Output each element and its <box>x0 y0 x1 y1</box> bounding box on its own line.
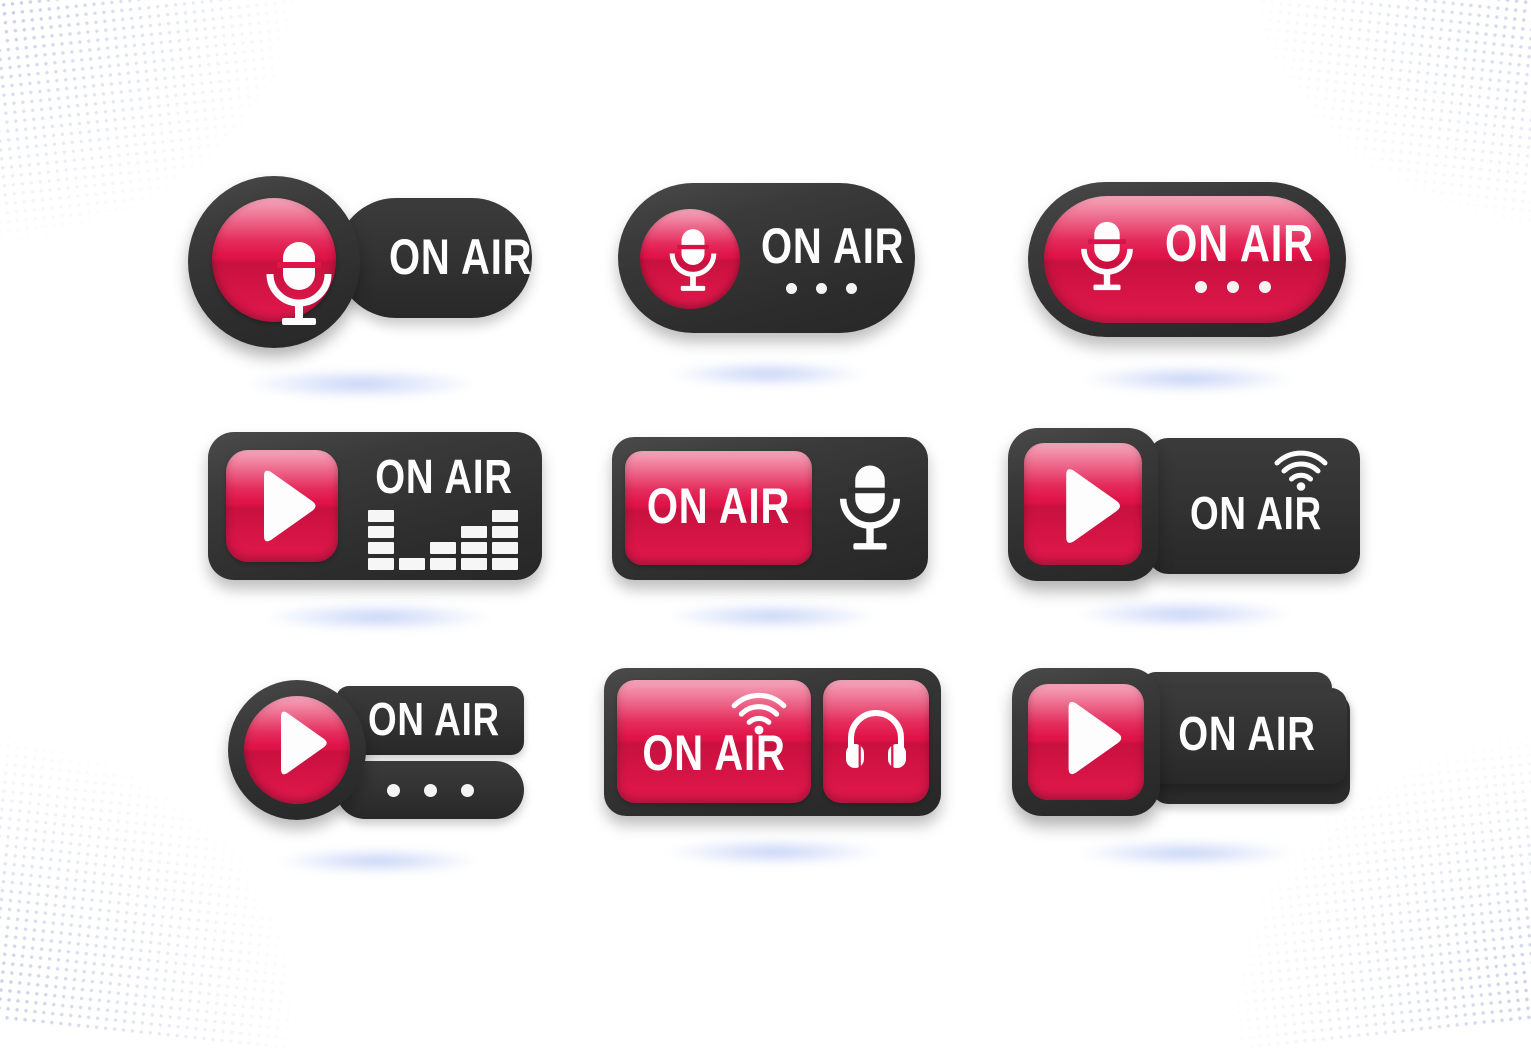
dot <box>460 783 474 797</box>
badge-8-headphones-panel[interactable] <box>823 680 929 803</box>
badge-9-play-layered-plates[interactable]: ON AIR <box>1012 664 1360 866</box>
badge-5-label-panel[interactable]: ON AIR <box>625 451 812 565</box>
play-icon <box>1068 701 1122 775</box>
badge-6-play-wifi-plate[interactable]: ON AIR <box>1008 428 1360 628</box>
badge-1-icon-disc[interactable] <box>212 198 336 325</box>
badge-7-play-circle-stacked-bars[interactable]: ON AIR <box>228 672 528 874</box>
badge-8-dual-panel-wifi-headphones[interactable]: ON AIR <box>604 668 944 865</box>
badge-glow <box>265 603 491 631</box>
badge-7-label: ON AIR <box>368 693 500 745</box>
eq-col <box>492 510 518 570</box>
badge-glow <box>1083 365 1293 393</box>
badge-4-label: ON AIR <box>375 451 513 504</box>
microphone-icon <box>266 242 332 325</box>
badge-7-dots-bar[interactable] <box>336 761 524 819</box>
badge-9-label: ON AIR <box>1178 708 1316 761</box>
badge-1-mic-circle-pill[interactable]: ON AIR <box>188 176 533 399</box>
badge-1-label-pill[interactable]: ON AIR <box>336 198 532 318</box>
badge-4-play-equalizer[interactable]: ON AIR <box>208 432 548 631</box>
equalizer-icon <box>368 510 518 570</box>
eq-col <box>368 510 394 570</box>
badge-2-mic-pill-dots[interactable]: ON AIR <box>618 183 918 387</box>
wifi-icon <box>1274 450 1328 491</box>
dot <box>1227 281 1239 293</box>
dot <box>1195 281 1207 293</box>
badge-5-red-panel-mic[interactable]: ON AIR <box>612 437 932 629</box>
badge-3-dots <box>1158 280 1308 294</box>
badge-3-label: ON AIR <box>1165 215 1315 273</box>
microphone-icon <box>840 465 900 550</box>
wifi-icon <box>731 692 787 735</box>
eq-col <box>399 558 425 570</box>
badge-glow <box>1076 600 1292 628</box>
badge-glow <box>666 839 882 865</box>
dot <box>386 783 400 797</box>
badge-8-label-panel[interactable]: ON AIR <box>617 680 811 803</box>
badge-glow <box>278 848 478 874</box>
headphones-icon <box>846 710 906 768</box>
badge-5-label: ON AIR <box>646 478 791 534</box>
badge-glow <box>245 369 476 399</box>
badge-glow <box>667 603 877 629</box>
badge-6-label: ON AIR <box>1190 487 1322 539</box>
badge-1-label: ON AIR <box>389 229 533 285</box>
badge-grid: ON AIR ON AIR ON AIR ON AIR ON AIR ON AI… <box>0 0 1531 980</box>
dot <box>423 783 437 797</box>
play-icon <box>264 470 316 542</box>
dot <box>815 282 827 294</box>
dot <box>1259 281 1271 293</box>
badge-7-dots <box>364 783 496 797</box>
dot <box>845 282 857 294</box>
badge-2-dots <box>746 281 896 295</box>
badge-1-icon-ring[interactable] <box>188 176 360 348</box>
eq-col <box>430 542 456 570</box>
badge-glow <box>1078 840 1294 866</box>
eq-col <box>461 526 487 570</box>
microphone-icon <box>1081 221 1133 291</box>
play-icon <box>1066 469 1120 543</box>
badge-3-mic-red-pill-dots[interactable]: ON AIR <box>1028 182 1348 393</box>
dot <box>785 282 797 294</box>
badge-glow <box>670 361 866 387</box>
play-icon <box>281 711 327 775</box>
microphone-icon <box>669 229 717 291</box>
badge-2-label: ON AIR <box>761 218 905 274</box>
